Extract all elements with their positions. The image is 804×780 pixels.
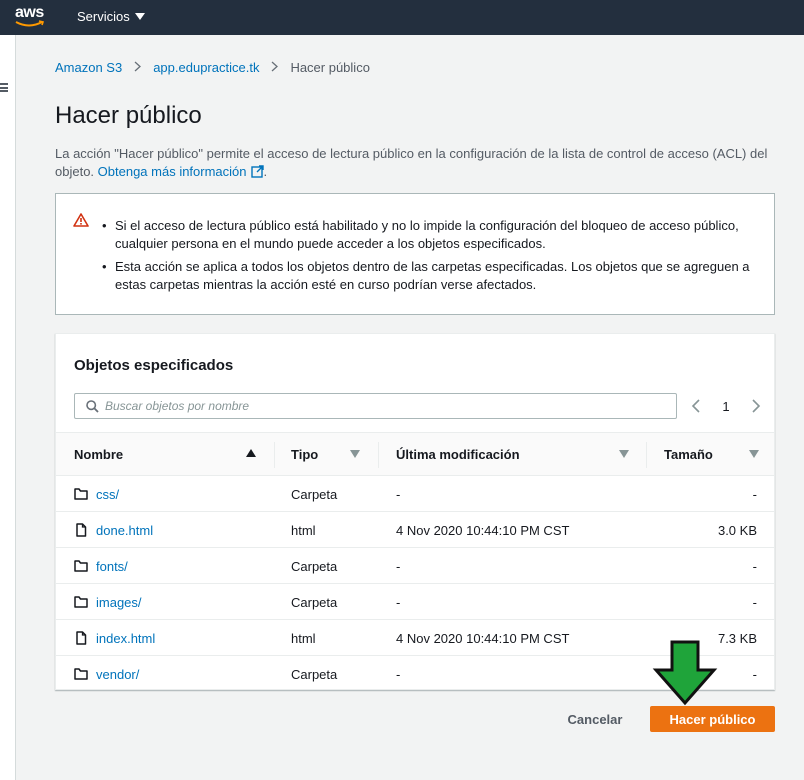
specified-objects-panel: Objetos especificados 1 Nombre Tipo Últi… <box>55 333 775 690</box>
hamburger-menu-icon[interactable] <box>0 83 8 92</box>
left-navigation-rail <box>0 35 16 780</box>
caret-down-icon <box>134 13 145 20</box>
alert-bullet-list: Si el acceso de lectura público está hab… <box>102 217 755 299</box>
table-row: done.html html 4 Nov 2020 10:44:10 PM CS… <box>56 512 774 548</box>
search-icon <box>86 400 99 413</box>
column-header-type[interactable]: Tipo <box>291 433 318 475</box>
column-divider <box>274 442 275 468</box>
object-size: 3.0 KB <box>717 522 757 538</box>
object-name-link[interactable]: vendor/ <box>74 656 139 692</box>
panel-title: Objetos especificados <box>74 357 234 374</box>
table-row: fonts/ Carpeta - - <box>56 548 774 584</box>
page-number[interactable]: 1 <box>722 399 729 414</box>
learn-more-link[interactable]: Obtenga más información <box>98 164 264 179</box>
object-size: 7.3 KB <box>717 630 757 646</box>
chevron-right-icon <box>134 59 142 75</box>
table-header: Nombre Tipo Última modificación Tamaño <box>56 432 774 476</box>
object-name-link[interactable]: index.html <box>74 620 155 656</box>
object-name-link[interactable]: css/ <box>74 476 119 512</box>
pagination: 1 <box>691 396 761 416</box>
aws-logo[interactable]: aws <box>15 3 49 31</box>
object-size: - <box>752 486 757 502</box>
object-modified: 4 Nov 2020 10:44:10 PM CST <box>396 630 570 646</box>
column-header-modified[interactable]: Última modificación <box>396 433 520 475</box>
services-label: Servicios <box>77 9 130 24</box>
make-public-button[interactable]: Hacer público <box>650 706 775 732</box>
alert-bullet: Esta acción se aplica a todos los objeto… <box>102 258 755 294</box>
object-modified: - <box>396 594 401 610</box>
top-navigation-bar: aws Servicios <box>0 0 804 35</box>
sort-icon[interactable] <box>749 450 759 458</box>
object-name-link[interactable]: fonts/ <box>74 548 128 584</box>
next-page-icon[interactable] <box>751 399 761 413</box>
breadcrumb-item-bucket[interactable]: app.edupractice.tk <box>153 60 259 75</box>
object-size: - <box>752 666 757 682</box>
sort-icon[interactable] <box>619 450 629 458</box>
breadcrumb-item-amazon-s3[interactable]: Amazon S3 <box>55 60 122 75</box>
green-arrow-annotation-icon <box>652 640 718 706</box>
file-icon <box>76 523 87 537</box>
object-type: html <box>291 630 316 646</box>
object-name-link[interactable]: images/ <box>74 584 142 620</box>
warning-icon <box>73 213 89 227</box>
alert-bullet: Si el acceso de lectura público está hab… <box>102 217 755 253</box>
table-row: css/ Carpeta - - <box>56 476 774 512</box>
object-size: - <box>752 594 757 610</box>
breadcrumb: Amazon S3 app.edupractice.tk Hacer públi… <box>55 59 370 75</box>
object-modified: - <box>396 486 401 502</box>
sort-icon[interactable] <box>350 450 360 458</box>
object-size: - <box>752 558 757 574</box>
object-type: Carpeta <box>291 594 338 610</box>
aws-smile-icon <box>15 20 45 27</box>
search-input[interactable] <box>105 396 665 416</box>
services-menu[interactable]: Servicios <box>77 9 145 24</box>
object-type: Carpeta <box>291 666 338 682</box>
sort-ascending-icon[interactable] <box>246 449 256 457</box>
page-description: La acción "Hacer público" permite el acc… <box>55 146 768 179</box>
table-row: images/ Carpeta - - <box>56 584 774 620</box>
breadcrumb-current: Hacer público <box>290 59 370 75</box>
chevron-right-icon <box>271 59 279 75</box>
column-header-size[interactable]: Tamaño <box>664 433 713 475</box>
folder-icon <box>74 668 88 680</box>
column-header-name[interactable]: Nombre <box>74 433 123 475</box>
page-title: Hacer público <box>55 102 202 129</box>
folder-icon <box>74 488 88 500</box>
warning-alert: Si el acceso de lectura público está hab… <box>55 193 775 315</box>
previous-page-icon[interactable] <box>691 399 701 413</box>
folder-icon <box>74 596 88 608</box>
object-modified: - <box>396 666 401 682</box>
object-type: Carpeta <box>291 558 338 574</box>
object-type: Carpeta <box>291 486 338 502</box>
object-type: html <box>291 522 316 538</box>
search-box <box>74 393 677 419</box>
column-divider <box>378 442 379 468</box>
external-link-icon <box>250 165 264 178</box>
object-modified: 4 Nov 2020 10:44:10 PM CST <box>396 522 570 538</box>
object-modified: - <box>396 558 401 574</box>
object-name-link[interactable]: done.html <box>74 512 153 548</box>
file-icon <box>76 631 87 645</box>
column-divider <box>646 442 647 468</box>
cancel-button[interactable]: Cancelar <box>555 706 635 732</box>
folder-icon <box>74 560 88 572</box>
